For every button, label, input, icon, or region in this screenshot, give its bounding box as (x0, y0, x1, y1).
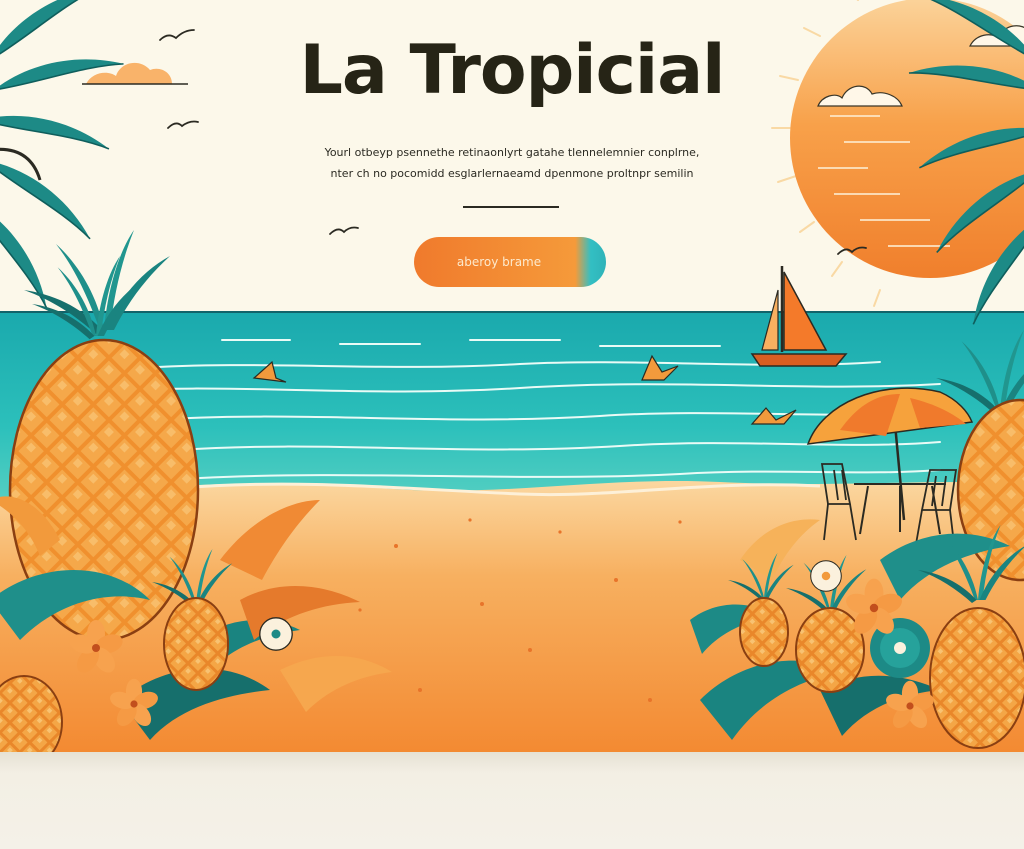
bird-icon (167, 120, 199, 129)
hero-tagline-line-1: Yourl otbeyp psennethe retinaonlyrt gata… (324, 146, 700, 159)
page-title: La Tropicial (299, 31, 726, 110)
bird-icon (159, 29, 195, 41)
hibiscus-icon (259, 617, 293, 651)
landing-page: La Tropicial Yourl otbeyp psennethe reti… (0, 0, 1024, 849)
cta-button-label: aberoy brame (456, 255, 542, 269)
hero-tagline-line-2: nter ch no pocomidd esglarlernaeamd dpen… (330, 167, 694, 180)
title-divider (463, 206, 559, 208)
cta-button[interactable]: aberoy brame (414, 237, 606, 287)
hibiscus-icon (810, 560, 842, 592)
bird-icon (329, 226, 359, 235)
hero-section: La Tropicial Yourl otbeyp psennethe reti… (0, 0, 1024, 752)
page-footer-shadow (0, 752, 1024, 849)
palm-tree-icon (0, 0, 125, 309)
